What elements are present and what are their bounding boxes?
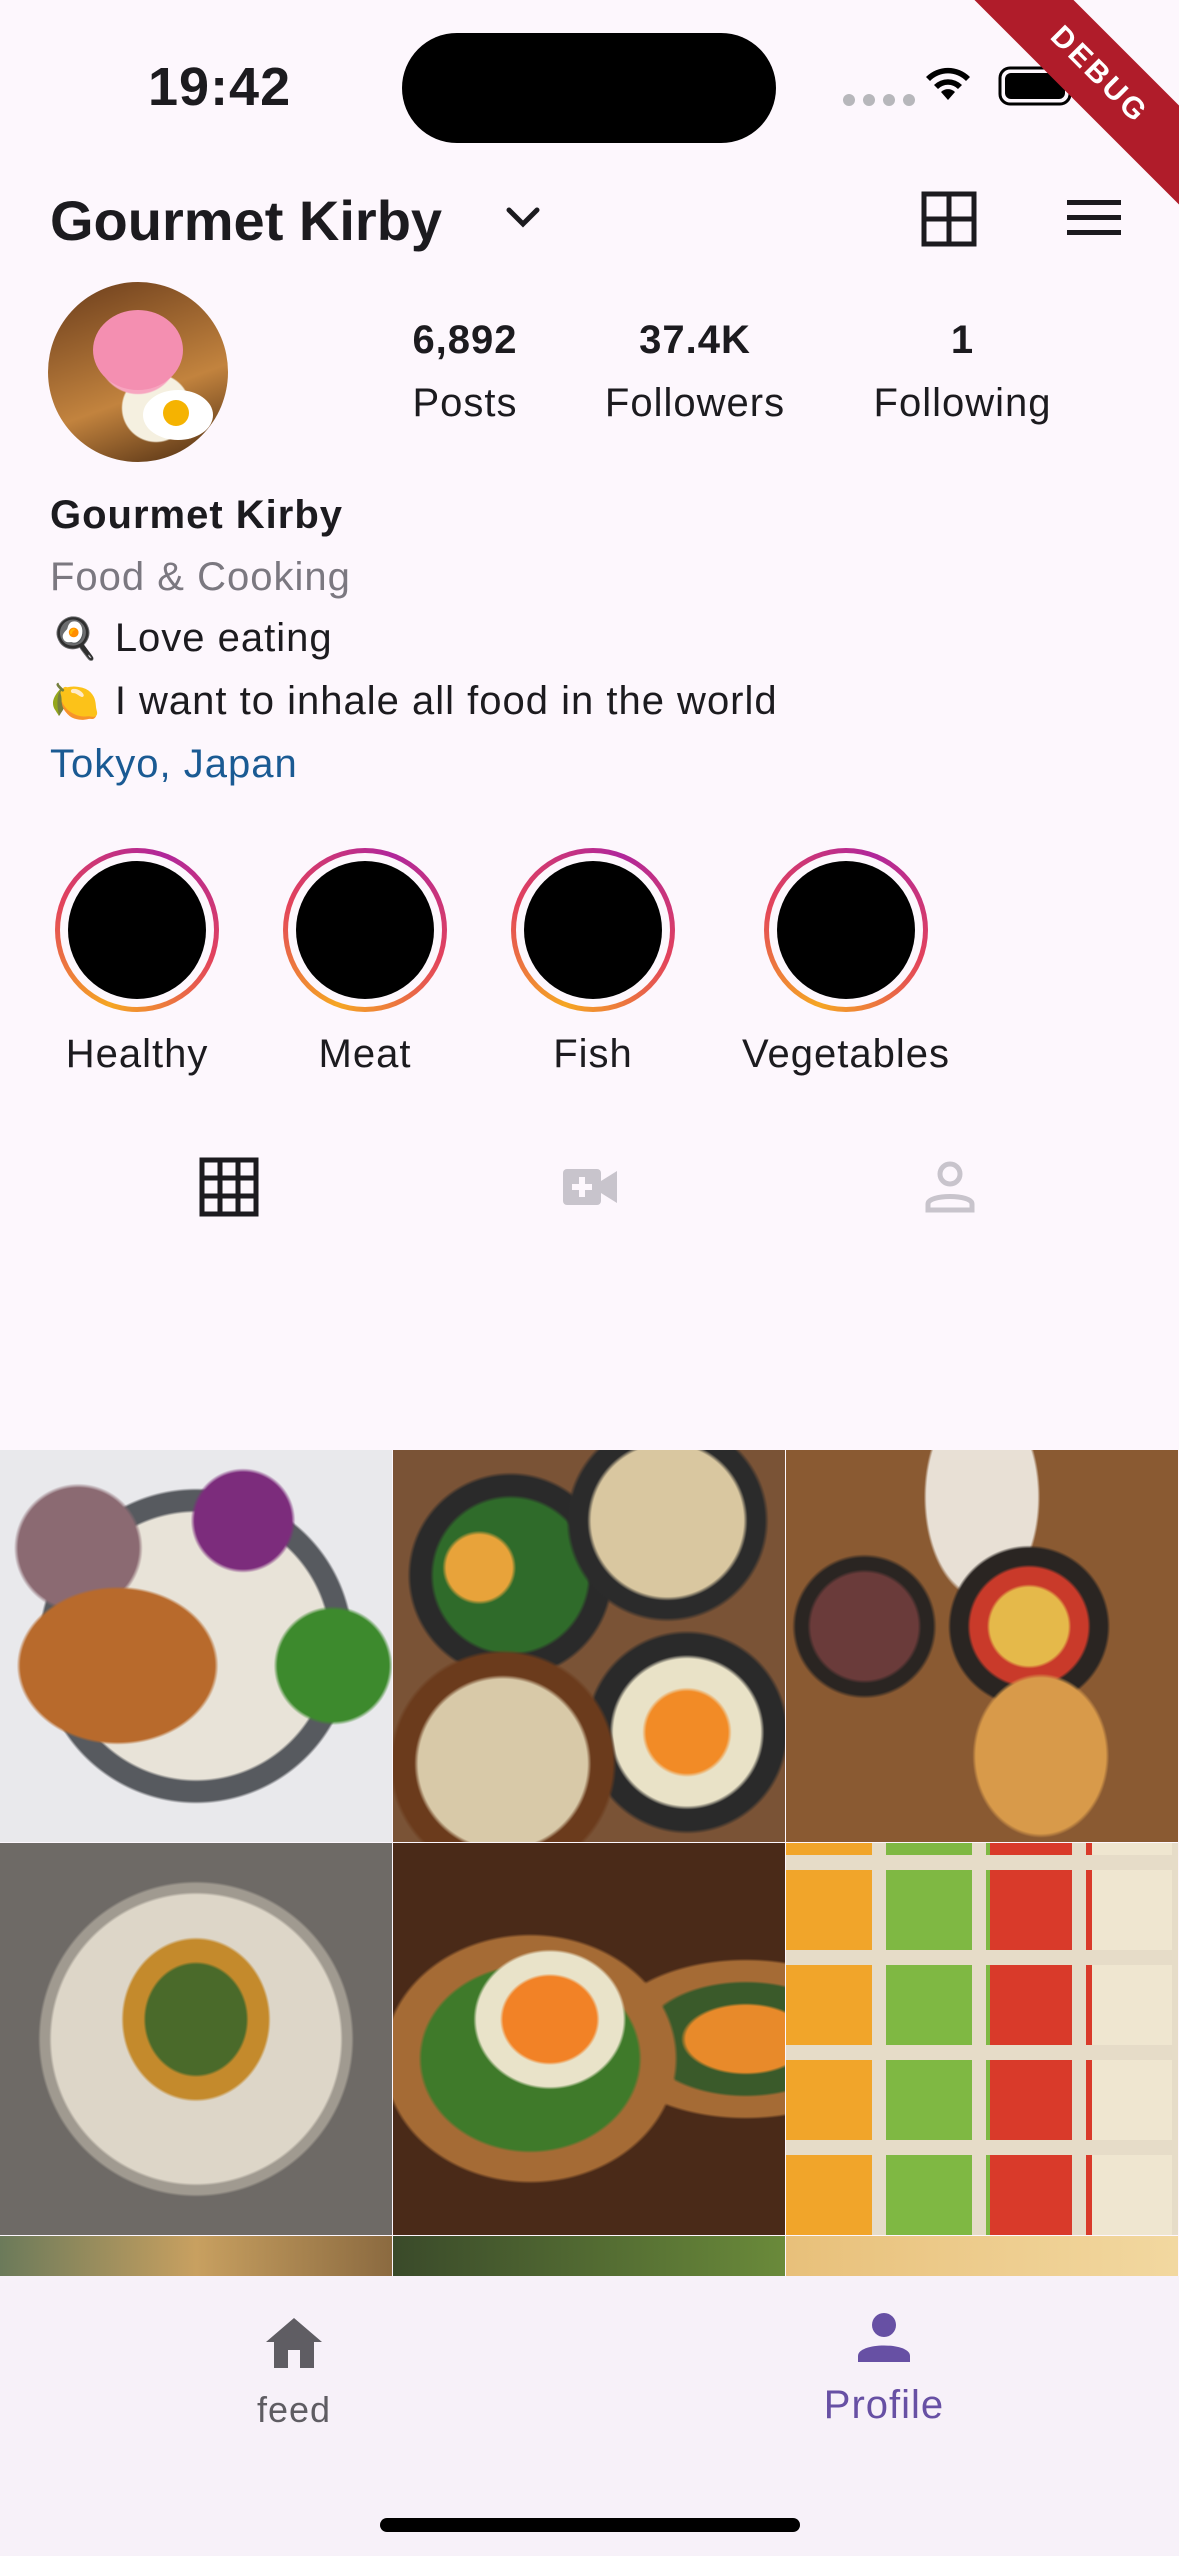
highlight-healthy[interactable]: Healthy (27, 848, 247, 1077)
bio-text: I want to inhale all food in the world (114, 679, 778, 723)
nav-item-profile[interactable]: Profile (734, 2312, 1034, 2428)
home-icon (266, 2318, 322, 2368)
post-thumbnail[interactable] (0, 1843, 392, 2235)
stat-posts-value: 6,892 (412, 318, 518, 362)
stat-followers-value: 37.4K (639, 318, 751, 362)
stat-posts[interactable]: 6,892 Posts (390, 318, 540, 426)
wifi-icon (926, 67, 970, 100)
tagged-person-icon[interactable] (924, 1160, 976, 1214)
cellular-signal-icon (843, 94, 915, 106)
status-time: 19:42 (148, 57, 292, 117)
home-indicator[interactable] (380, 2518, 800, 2532)
post-thumbnail[interactable] (393, 2236, 785, 2276)
stat-followers[interactable]: 37.4K Followers (590, 318, 800, 426)
post-thumbnail[interactable] (786, 2236, 1178, 2276)
stat-posts-label: Posts (412, 381, 518, 425)
bio-text: Love eating (114, 616, 333, 660)
nav-item-feed[interactable]: feed (144, 2316, 444, 2431)
nav-label: Profile (823, 2383, 945, 2427)
chevron-down-icon[interactable] (505, 205, 541, 231)
frying-pan-emoji: 🍳 (50, 617, 101, 661)
highlight-cover (777, 861, 915, 999)
highlight-cover (524, 861, 662, 999)
highlight-cover (68, 861, 206, 999)
menu-icon[interactable] (1065, 198, 1123, 238)
post-thumbnail[interactable] (393, 1843, 785, 2235)
grid-icon[interactable] (199, 1157, 259, 1217)
bottom-navigation: feed Profile (0, 2276, 1179, 2556)
stat-following-value: 1 (950, 318, 975, 362)
grid-layout-icon[interactable] (920, 190, 978, 248)
post-thumbnail[interactable] (0, 1450, 392, 1842)
lemon-emoji: 🍋 (50, 680, 101, 724)
debug-banner: DEBUG (946, 0, 1179, 228)
profile-category: Food & Cooking (50, 555, 351, 599)
avatar[interactable] (48, 282, 228, 462)
bio-line: 🍋 I want to inhale all food in the world (50, 678, 778, 725)
stat-followers-label: Followers (604, 381, 786, 425)
highlight-label: Healthy (65, 1032, 209, 1076)
highlight-fish[interactable]: Fish (483, 848, 703, 1077)
highlight-meat[interactable]: Meat (255, 848, 475, 1077)
highlight-label: Fish (553, 1032, 633, 1076)
post-thumbnail[interactable] (786, 1843, 1178, 2235)
highlight-label: Meat (318, 1032, 412, 1076)
highlight-cover (296, 861, 434, 999)
highlight-label: Vegetables (742, 1032, 950, 1076)
stat-following-label: Following (873, 381, 1052, 425)
nav-label: feed (256, 2389, 332, 2430)
stat-following[interactable]: 1 Following (855, 318, 1070, 426)
username-title[interactable]: Gourmet Kirby (50, 188, 442, 253)
bio-line: 🍳 Love eating (50, 615, 333, 662)
person-icon (858, 2313, 910, 2362)
highlight-vegetables[interactable]: Vegetables (735, 848, 957, 1077)
post-thumbnail[interactable] (0, 2236, 392, 2276)
profile-location-link[interactable]: Tokyo, Japan (50, 742, 298, 787)
dynamic-island (402, 33, 776, 143)
post-thumbnail[interactable] (786, 1450, 1178, 1842)
post-thumbnail[interactable] (393, 1450, 785, 1842)
video-add-icon[interactable] (561, 1167, 619, 1207)
profile-name: Gourmet Kirby (50, 493, 344, 537)
